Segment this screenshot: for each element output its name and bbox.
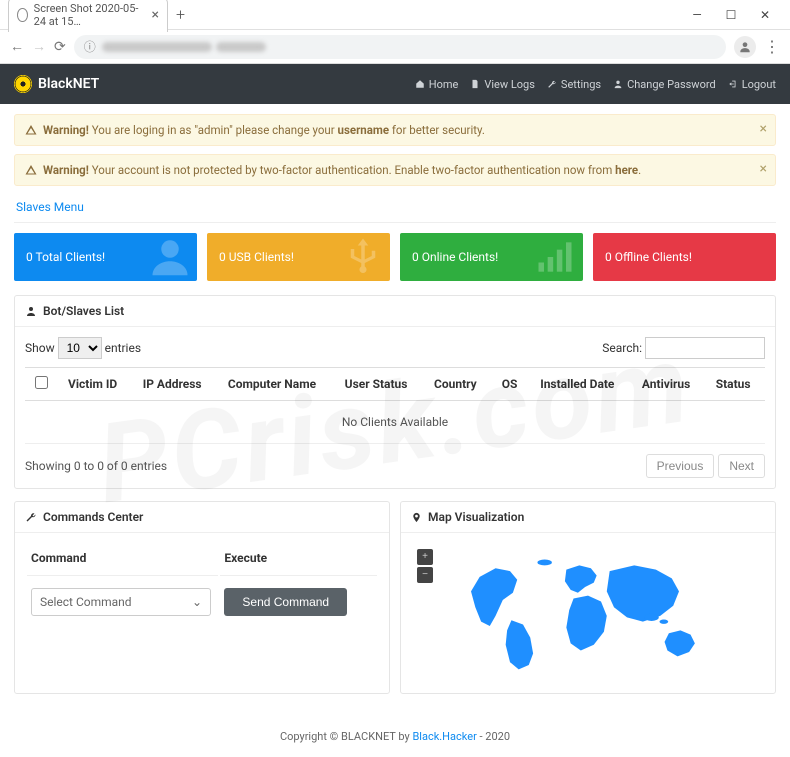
wrench-icon	[547, 79, 557, 89]
url-host	[102, 42, 212, 52]
datatable-controls: Show 10 entries Search:	[25, 337, 765, 359]
world-map-graphic	[438, 548, 738, 678]
col-victim-id[interactable]: Victim ID	[58, 368, 133, 401]
stat-offline-clients[interactable]: 0 Offline Clients!	[593, 233, 776, 281]
divider	[14, 222, 776, 223]
alert-username-warning: Warning! You are loging in as "admin" pl…	[14, 114, 776, 146]
profile-button[interactable]	[734, 36, 756, 58]
stat-cards: 0 Total Clients! 0 USB Clients! 0 Online…	[14, 233, 776, 281]
slaves-menu-link[interactable]: Slaves Menu	[14, 194, 776, 222]
user-icon	[613, 79, 623, 89]
brand[interactable]: BlackNET	[14, 75, 99, 93]
col-country[interactable]: Country	[424, 368, 492, 401]
search-label: Search:	[602, 341, 642, 355]
map-visualization-panel: Map Visualization + −	[400, 501, 776, 694]
warning-icon	[25, 164, 37, 176]
warning-icon	[25, 124, 37, 136]
entries-label: entries	[105, 341, 141, 355]
stat-total-clients[interactable]: 0 Total Clients!	[14, 233, 197, 281]
panel-header: Bot/Slaves List	[15, 296, 775, 327]
send-command-button[interactable]: Send Command	[224, 588, 347, 616]
col-status[interactable]: Status	[706, 368, 765, 401]
tab-title: Screen Shot 2020-05-24 at 15…	[34, 2, 144, 28]
bot-list-panel: Bot/Slaves List Show 10 entries Search:	[14, 295, 776, 489]
window-maximize-button[interactable]: ☐	[714, 8, 748, 22]
map-zoom-in-button[interactable]: +	[417, 549, 433, 565]
close-tab-icon[interactable]: ×	[152, 7, 159, 23]
alert-2fa-warning: Warning! Your account is not protected b…	[14, 154, 776, 186]
url-path	[216, 42, 266, 52]
window-close-button[interactable]: ✕	[748, 8, 782, 22]
alert-close-button[interactable]: ×	[760, 161, 767, 177]
col-user-status[interactable]: User Status	[335, 368, 424, 401]
reload-button[interactable]: ⟳	[54, 39, 66, 55]
address-bar[interactable]: ⓘ	[74, 35, 726, 59]
show-label: Show	[25, 341, 55, 355]
app-navbar: BlackNET Home View Logs Settings Change …	[0, 64, 790, 104]
logout-icon	[728, 79, 738, 89]
col-antivirus[interactable]: Antivirus	[632, 368, 706, 401]
brand-name: BlackNET	[38, 76, 99, 92]
panel-title: Map Visualization	[428, 510, 524, 524]
signal-icon	[533, 235, 577, 279]
forward-button[interactable]: →	[32, 38, 46, 55]
col-installed-date[interactable]: Installed Date	[530, 368, 632, 401]
select-all-checkbox[interactable]	[35, 376, 48, 389]
usb-icon	[342, 235, 384, 277]
globe-icon	[17, 8, 28, 22]
empty-message: No Clients Available	[25, 401, 765, 444]
site-info-icon[interactable]: ⓘ	[84, 38, 96, 55]
wrench-icon	[25, 511, 37, 523]
browser-toolbar: ← → ⟳ ⓘ ⋮	[0, 30, 790, 64]
user-icon	[149, 235, 191, 277]
chevron-down-icon: ⌄	[192, 595, 202, 609]
user-icon	[738, 40, 752, 54]
col-computer-name[interactable]: Computer Name	[218, 368, 335, 401]
col-ip-address[interactable]: IP Address	[133, 368, 218, 401]
commands-center-panel: Commands Center Command Execute Select C…	[14, 501, 390, 694]
nav-links: Home View Logs Settings Change Password …	[415, 78, 776, 91]
stat-online-clients[interactable]: 0 Online Clients!	[400, 233, 583, 281]
panel-title: Commands Center	[43, 510, 143, 524]
col-os[interactable]: OS	[492, 368, 531, 401]
browser-menu-button[interactable]: ⋮	[764, 37, 780, 56]
stat-usb-clients[interactable]: 0 USB Clients!	[207, 233, 390, 281]
new-tab-button[interactable]: +	[176, 5, 185, 24]
table-info: Showing 0 to 0 of 0 entries	[25, 459, 167, 473]
search-input[interactable]	[645, 337, 765, 359]
radiation-icon	[14, 75, 32, 93]
pagination: Previous Next	[646, 454, 765, 478]
alert-close-button[interactable]: ×	[760, 121, 767, 137]
nav-settings[interactable]: Settings	[547, 78, 601, 91]
pin-icon	[411, 512, 422, 523]
window-titlebar: Screen Shot 2020-05-24 at 15… × + — ☐ ✕	[0, 0, 790, 30]
window-minimize-button[interactable]: —	[680, 8, 714, 22]
previous-button[interactable]: Previous	[646, 454, 715, 478]
clients-table: Victim ID IP Address Computer Name User …	[25, 367, 765, 444]
browser-tab[interactable]: Screen Shot 2020-05-24 at 15… ×	[8, 0, 168, 32]
nav-view-logs[interactable]: View Logs	[470, 78, 535, 91]
footer: Copyright © BLACKNET by Black.Hacker - 2…	[0, 720, 790, 757]
command-select[interactable]: Select Command ⌄	[31, 588, 211, 616]
nav-change-password[interactable]: Change Password	[613, 78, 716, 91]
back-button[interactable]: ←	[10, 38, 24, 55]
footer-author-link[interactable]: Black.Hacker	[412, 730, 476, 743]
home-icon	[415, 79, 425, 89]
world-map[interactable]: + −	[411, 543, 765, 683]
map-zoom-out-button[interactable]: −	[417, 567, 433, 583]
user-icon	[25, 305, 37, 317]
nav-home[interactable]: Home	[415, 78, 459, 91]
file-icon	[470, 79, 480, 89]
col-execute: Execute	[220, 545, 377, 576]
entries-length-select[interactable]: 10	[58, 337, 102, 359]
col-command: Command	[27, 545, 218, 576]
nav-logout[interactable]: Logout	[728, 78, 776, 91]
next-button[interactable]: Next	[718, 454, 765, 478]
